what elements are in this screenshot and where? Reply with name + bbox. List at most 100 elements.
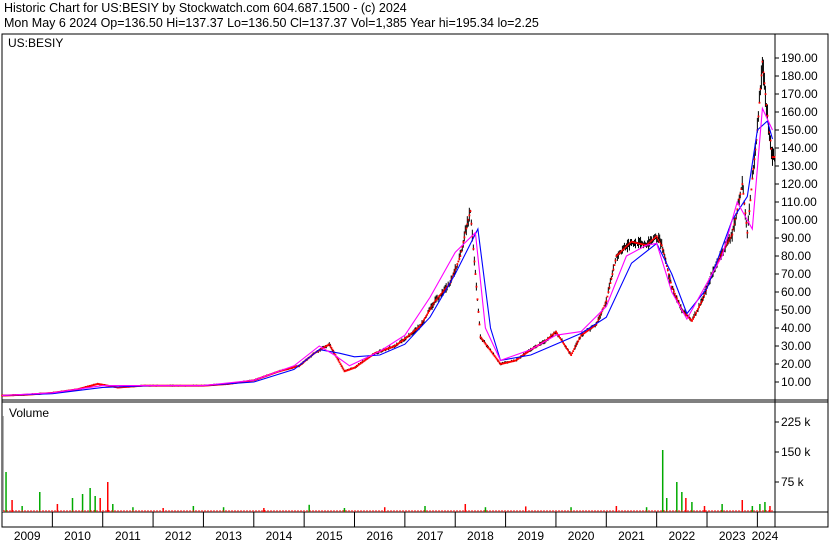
- stock-chart: 10.00 20.00 30.00 40.00 50.00 60.00 70.00 80.00…: [1, 33, 829, 543]
- y-tick-label: 70.00: [781, 267, 811, 281]
- x-tick-label: 2016: [366, 529, 393, 543]
- price-point: [572, 350, 575, 353]
- price-point: [746, 231, 749, 234]
- y-tick-label: 30.00: [781, 339, 811, 353]
- price-point: [614, 259, 617, 262]
- x-tick-label: 2023: [719, 529, 746, 543]
- price-point: [610, 277, 613, 280]
- y-tick-label: 20.00: [781, 357, 811, 371]
- price-point: [741, 183, 744, 185]
- y-tick-label: 60.00: [781, 285, 811, 299]
- price-point: [570, 354, 573, 356]
- price-point: [611, 273, 614, 275]
- x-tick-label: 2019: [517, 529, 544, 543]
- price-point: [697, 308, 699, 310]
- price-point: [470, 222, 473, 225]
- y-tick-label: 170.00: [781, 87, 818, 101]
- price-point: [558, 335, 560, 338]
- price-point: [339, 363, 342, 365]
- price-point: [698, 306, 700, 308]
- price-point: [473, 260, 476, 263]
- price-point: [703, 294, 705, 297]
- price-point: [427, 311, 430, 314]
- price-point: [766, 114, 769, 117]
- price-point: [606, 295, 609, 298]
- x-tick-label: 2013: [215, 529, 242, 543]
- price-point: [760, 74, 763, 77]
- price-point: [563, 343, 565, 346]
- price-point: [608, 286, 611, 289]
- x-tick-label: 2018: [467, 529, 494, 543]
- price-point: [338, 361, 341, 364]
- price-point: [751, 177, 754, 180]
- y-tick-label: 150.00: [781, 123, 818, 137]
- price-point: [474, 273, 477, 275]
- price-point: [468, 214, 471, 217]
- y-tick-label: 190.00: [781, 51, 818, 65]
- price-point: [330, 347, 333, 349]
- price-point: [742, 192, 745, 195]
- price-point: [469, 210, 472, 212]
- price-point: [559, 337, 561, 339]
- price-point: [731, 233, 734, 236]
- y-tick-label: 90.00: [781, 231, 811, 245]
- price-point: [612, 268, 615, 271]
- price-point: [576, 342, 579, 345]
- y-tick-label: 100.00: [781, 213, 818, 227]
- price-point: [744, 212, 747, 215]
- price-point: [609, 282, 612, 284]
- y-tick-label: 40.00: [781, 321, 811, 335]
- price-point: [673, 292, 676, 295]
- price-point: [666, 269, 669, 272]
- price-point: [426, 313, 429, 316]
- x-tick-label: 2010: [64, 529, 91, 543]
- price-point: [605, 300, 608, 302]
- price-point: [668, 277, 671, 280]
- price-axis: 10.00 20.00 30.00 40.00 50.00 60.00 70.00 80.00…: [775, 51, 818, 389]
- volume-tick-label: 75 k: [781, 475, 805, 489]
- price-point: [478, 323, 481, 326]
- price-point: [579, 336, 582, 339]
- moving-average-lines: [1, 106, 774, 397]
- price-point: [562, 341, 564, 344]
- short-moving-average-line: [1, 106, 773, 397]
- price-panel-title: US:BESIY: [8, 36, 63, 50]
- price-point: [758, 101, 761, 104]
- price-point: [577, 340, 580, 343]
- volume-bars: [2, 416, 773, 512]
- y-tick-label: 130.00: [781, 159, 818, 173]
- price-point: [475, 285, 478, 288]
- price-point: [655, 235, 658, 238]
- x-tick-label: 2021: [618, 529, 645, 543]
- x-tick-label: 2015: [316, 529, 343, 543]
- price-point: [748, 210, 751, 212]
- price-point: [764, 93, 767, 95]
- x-tick-label: 2024: [752, 529, 779, 543]
- y-tick-label: 120.00: [781, 177, 818, 191]
- volume-panel-title: Volume: [9, 406, 49, 420]
- price-point: [329, 345, 332, 347]
- price-point: [750, 188, 753, 191]
- price-point: [457, 260, 460, 263]
- y-tick-label: 180.00: [781, 69, 818, 83]
- price-point: [476, 298, 479, 301]
- y-tick-label: 80.00: [781, 249, 811, 263]
- price-point: [749, 199, 752, 202]
- price-point: [739, 193, 742, 196]
- price-point: [567, 349, 570, 352]
- price-point: [736, 208, 739, 211]
- price-point: [462, 241, 465, 243]
- price-point: [757, 115, 760, 118]
- price-point: [769, 139, 772, 142]
- y-tick-label: 10.00: [781, 375, 811, 389]
- price-point: [477, 311, 480, 313]
- price-point: [660, 244, 663, 247]
- price-point: [691, 320, 693, 322]
- x-tick-label: 2011: [115, 529, 141, 543]
- price-point: [753, 158, 756, 161]
- x-tick-label: 2009: [14, 529, 41, 543]
- volume-tick-label: 150 k: [781, 445, 811, 459]
- price-point: [337, 359, 340, 362]
- price-point: [693, 316, 695, 318]
- price-point: [613, 264, 616, 266]
